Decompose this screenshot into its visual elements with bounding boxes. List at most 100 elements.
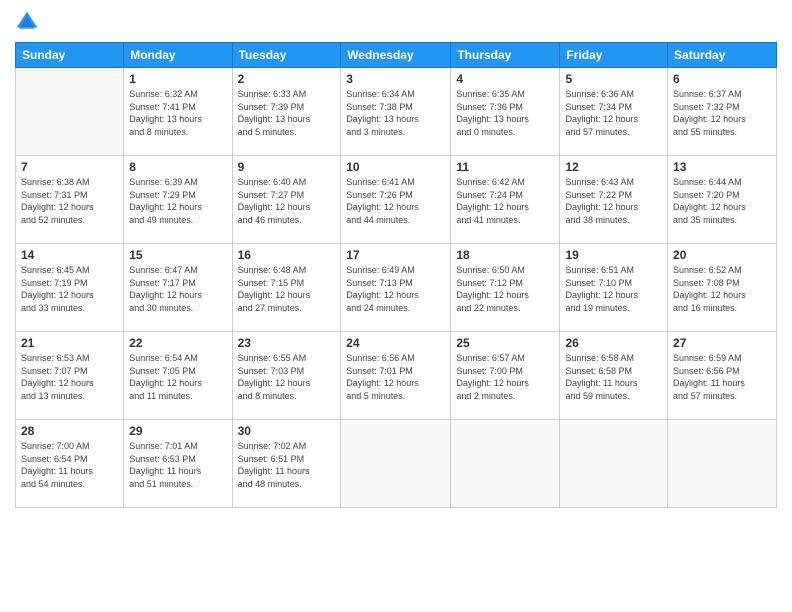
day-info: Sunrise: 6:42 AM Sunset: 7:24 PM Dayligh… [456, 176, 554, 226]
calendar-cell: 24 Sunrise: 6:56 AM Sunset: 7:01 PM Dayli… [341, 332, 451, 420]
day-info: Sunrise: 6:59 AM Sunset: 6:56 PM Dayligh… [673, 352, 771, 402]
day-number: 16 [238, 248, 336, 262]
calendar-cell: 14 Sunrise: 6:45 AM Sunset: 7:19 PM Dayli… [16, 244, 124, 332]
day-info: Sunrise: 6:41 AM Sunset: 7:26 PM Dayligh… [346, 176, 445, 226]
day-info: Sunrise: 6:45 AM Sunset: 7:19 PM Dayligh… [21, 264, 118, 314]
day-info: Sunrise: 6:32 AM Sunset: 7:41 PM Dayligh… [129, 88, 226, 138]
calendar-cell [16, 68, 124, 156]
week-row-1: 7 Sunrise: 6:38 AM Sunset: 7:31 PM Daylig… [16, 156, 777, 244]
day-number: 26 [565, 336, 662, 350]
weekday-header-tuesday: Tuesday [232, 43, 341, 68]
calendar-cell: 23 Sunrise: 6:55 AM Sunset: 7:03 PM Dayli… [232, 332, 341, 420]
week-row-3: 21 Sunrise: 6:53 AM Sunset: 7:07 PM Dayli… [16, 332, 777, 420]
day-info: Sunrise: 6:40 AM Sunset: 7:27 PM Dayligh… [238, 176, 336, 226]
calendar-cell: 21 Sunrise: 6:53 AM Sunset: 7:07 PM Dayli… [16, 332, 124, 420]
calendar-cell: 27 Sunrise: 6:59 AM Sunset: 6:56 PM Dayli… [668, 332, 777, 420]
calendar-cell: 2 Sunrise: 6:33 AM Sunset: 7:39 PM Daylig… [232, 68, 341, 156]
calendar-cell: 10 Sunrise: 6:41 AM Sunset: 7:26 PM Dayli… [341, 156, 451, 244]
calendar-cell: 5 Sunrise: 6:36 AM Sunset: 7:34 PM Daylig… [560, 68, 668, 156]
day-number: 1 [129, 72, 226, 86]
day-info: Sunrise: 6:57 AM Sunset: 7:00 PM Dayligh… [456, 352, 554, 402]
calendar-cell: 3 Sunrise: 6:34 AM Sunset: 7:38 PM Daylig… [341, 68, 451, 156]
weekday-header-saturday: Saturday [668, 43, 777, 68]
day-info: Sunrise: 6:33 AM Sunset: 7:39 PM Dayligh… [238, 88, 336, 138]
weekday-header-wednesday: Wednesday [341, 43, 451, 68]
day-info: Sunrise: 6:58 AM Sunset: 6:58 PM Dayligh… [565, 352, 662, 402]
day-info: Sunrise: 6:56 AM Sunset: 7:01 PM Dayligh… [346, 352, 445, 402]
calendar-cell: 20 Sunrise: 6:52 AM Sunset: 7:08 PM Dayli… [668, 244, 777, 332]
day-number: 7 [21, 160, 118, 174]
calendar-cell: 22 Sunrise: 6:54 AM Sunset: 7:05 PM Dayli… [124, 332, 232, 420]
calendar-cell [560, 420, 668, 508]
calendar-cell: 28 Sunrise: 7:00 AM Sunset: 6:54 PM Dayli… [16, 420, 124, 508]
week-row-4: 28 Sunrise: 7:00 AM Sunset: 6:54 PM Dayli… [16, 420, 777, 508]
day-info: Sunrise: 6:54 AM Sunset: 7:05 PM Dayligh… [129, 352, 226, 402]
week-row-0: 1 Sunrise: 6:32 AM Sunset: 7:41 PM Daylig… [16, 68, 777, 156]
day-info: Sunrise: 6:38 AM Sunset: 7:31 PM Dayligh… [21, 176, 118, 226]
calendar-cell: 4 Sunrise: 6:35 AM Sunset: 7:36 PM Daylig… [451, 68, 560, 156]
weekday-header-row: SundayMondayTuesdayWednesdayThursdayFrid… [16, 43, 777, 68]
day-info: Sunrise: 6:36 AM Sunset: 7:34 PM Dayligh… [565, 88, 662, 138]
day-info: Sunrise: 6:34 AM Sunset: 7:38 PM Dayligh… [346, 88, 445, 138]
day-number: 30 [238, 424, 336, 438]
day-info: Sunrise: 7:00 AM Sunset: 6:54 PM Dayligh… [21, 440, 118, 490]
calendar-cell: 16 Sunrise: 6:48 AM Sunset: 7:15 PM Dayli… [232, 244, 341, 332]
day-info: Sunrise: 6:47 AM Sunset: 7:17 PM Dayligh… [129, 264, 226, 314]
day-number: 28 [21, 424, 118, 438]
day-number: 27 [673, 336, 771, 350]
calendar-cell: 6 Sunrise: 6:37 AM Sunset: 7:32 PM Daylig… [668, 68, 777, 156]
calendar-cell: 19Sunrise: 6:51 AM Sunset: 7:10 PM Dayli… [560, 244, 668, 332]
calendar-cell [341, 420, 451, 508]
day-number: 11 [456, 160, 554, 174]
logo [15, 10, 43, 34]
day-number: 24 [346, 336, 445, 350]
calendar-cell: 29 Sunrise: 7:01 AM Sunset: 6:53 PM Dayli… [124, 420, 232, 508]
day-number: 19 [565, 248, 662, 262]
page: SundayMondayTuesdayWednesdayThursdayFrid… [0, 0, 792, 612]
day-info: Sunrise: 6:39 AM Sunset: 7:29 PM Dayligh… [129, 176, 226, 226]
calendar-cell: 25 Sunrise: 6:57 AM Sunset: 7:00 PM Dayli… [451, 332, 560, 420]
calendar-cell: 1 Sunrise: 6:32 AM Sunset: 7:41 PM Daylig… [124, 68, 232, 156]
day-number: 25 [456, 336, 554, 350]
day-number: 21 [21, 336, 118, 350]
week-row-2: 14 Sunrise: 6:45 AM Sunset: 7:19 PM Dayli… [16, 244, 777, 332]
day-number: 22 [129, 336, 226, 350]
day-info: Sunrise: 6:35 AM Sunset: 7:36 PM Dayligh… [456, 88, 554, 138]
day-number: 18 [456, 248, 554, 262]
day-number: 9 [238, 160, 336, 174]
day-number: 29 [129, 424, 226, 438]
calendar-cell: 11 Sunrise: 6:42 AM Sunset: 7:24 PM Dayli… [451, 156, 560, 244]
calendar-cell: 30 Sunrise: 7:02 AM Sunset: 6:51 PM Dayli… [232, 420, 341, 508]
day-info: Sunrise: 7:02 AM Sunset: 6:51 PM Dayligh… [238, 440, 336, 490]
day-number: 4 [456, 72, 554, 86]
day-number: 17 [346, 248, 445, 262]
calendar-cell: 8Sunrise: 6:39 AM Sunset: 7:29 PM Daylig… [124, 156, 232, 244]
calendar-cell: 15 Sunrise: 6:47 AM Sunset: 7:17 PM Dayli… [124, 244, 232, 332]
day-info: Sunrise: 6:50 AM Sunset: 7:12 PM Dayligh… [456, 264, 554, 314]
day-number: 23 [238, 336, 336, 350]
day-number: 2 [238, 72, 336, 86]
weekday-header-monday: Monday [124, 43, 232, 68]
calendar-cell: 9 Sunrise: 6:40 AM Sunset: 7:27 PM Daylig… [232, 156, 341, 244]
day-info: Sunrise: 6:44 AM Sunset: 7:20 PM Dayligh… [673, 176, 771, 226]
day-number: 6 [673, 72, 771, 86]
day-info: Sunrise: 6:37 AM Sunset: 7:32 PM Dayligh… [673, 88, 771, 138]
day-info: Sunrise: 6:52 AM Sunset: 7:08 PM Dayligh… [673, 264, 771, 314]
day-number: 15 [129, 248, 226, 262]
day-number: 12 [565, 160, 662, 174]
weekday-header-sunday: Sunday [16, 43, 124, 68]
day-number: 13 [673, 160, 771, 174]
calendar-cell: 18 Sunrise: 6:50 AM Sunset: 7:12 PM Dayli… [451, 244, 560, 332]
calendar-cell: 7 Sunrise: 6:38 AM Sunset: 7:31 PM Daylig… [16, 156, 124, 244]
day-number: 10 [346, 160, 445, 174]
day-info: Sunrise: 6:48 AM Sunset: 7:15 PM Dayligh… [238, 264, 336, 314]
day-info: Sunrise: 6:43 AM Sunset: 7:22 PM Dayligh… [565, 176, 662, 226]
day-info: Sunrise: 6:53 AM Sunset: 7:07 PM Dayligh… [21, 352, 118, 402]
day-info: Sunrise: 7:01 AM Sunset: 6:53 PM Dayligh… [129, 440, 226, 490]
day-number: 5 [565, 72, 662, 86]
calendar-cell: 12 Sunrise: 6:43 AM Sunset: 7:22 PM Dayli… [560, 156, 668, 244]
day-number: 20 [673, 248, 771, 262]
day-info: Sunrise: 6:55 AM Sunset: 7:03 PM Dayligh… [238, 352, 336, 402]
day-number: 3 [346, 72, 445, 86]
day-number: 14 [21, 248, 118, 262]
